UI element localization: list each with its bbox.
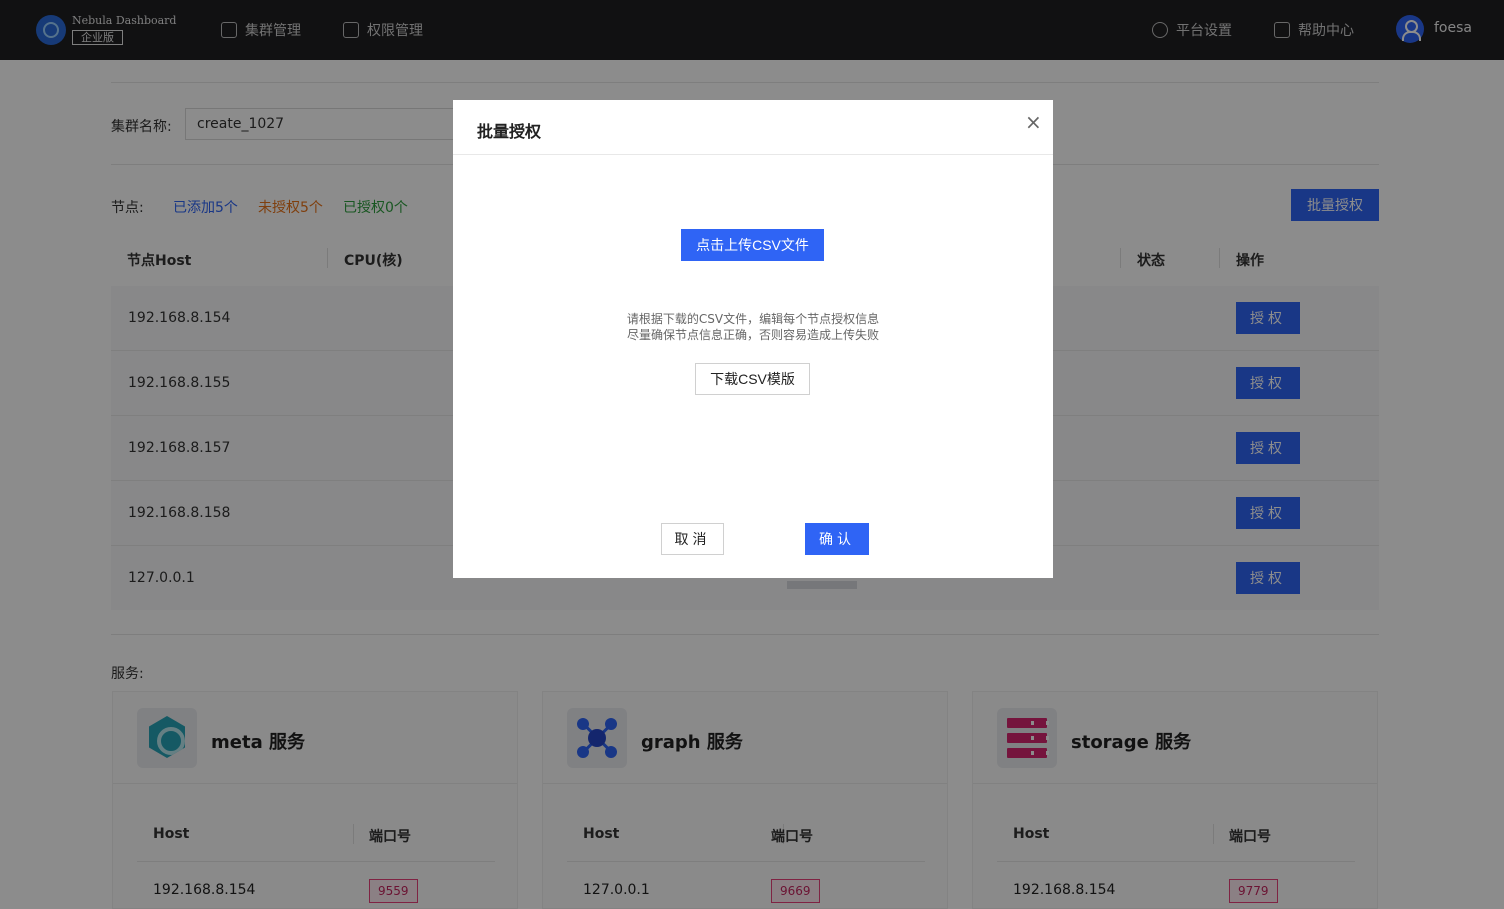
upload-tip-line: 尽量确保节点信息正确，否则容易造成上传失败 [626,328,879,342]
close-icon[interactable]: × [1025,110,1042,134]
upload-csv-button[interactable]: 点击上传CSV文件 [681,229,824,261]
upload-tip-line: 请根据下载的CSV文件，编辑每个节点授权信息 [626,312,880,326]
cancel-button[interactable]: 取消 [661,523,724,555]
batch-authorize-modal: 批量授权 × 点击上传CSV文件 请根据下载的CSV文件，编辑每个节点授权信息 … [453,100,1053,578]
download-csv-template-button[interactable]: 下载CSV模版 [695,363,810,395]
confirm-button[interactable]: 确认 [805,523,869,555]
modal-title: 批量授权 [477,122,542,141]
